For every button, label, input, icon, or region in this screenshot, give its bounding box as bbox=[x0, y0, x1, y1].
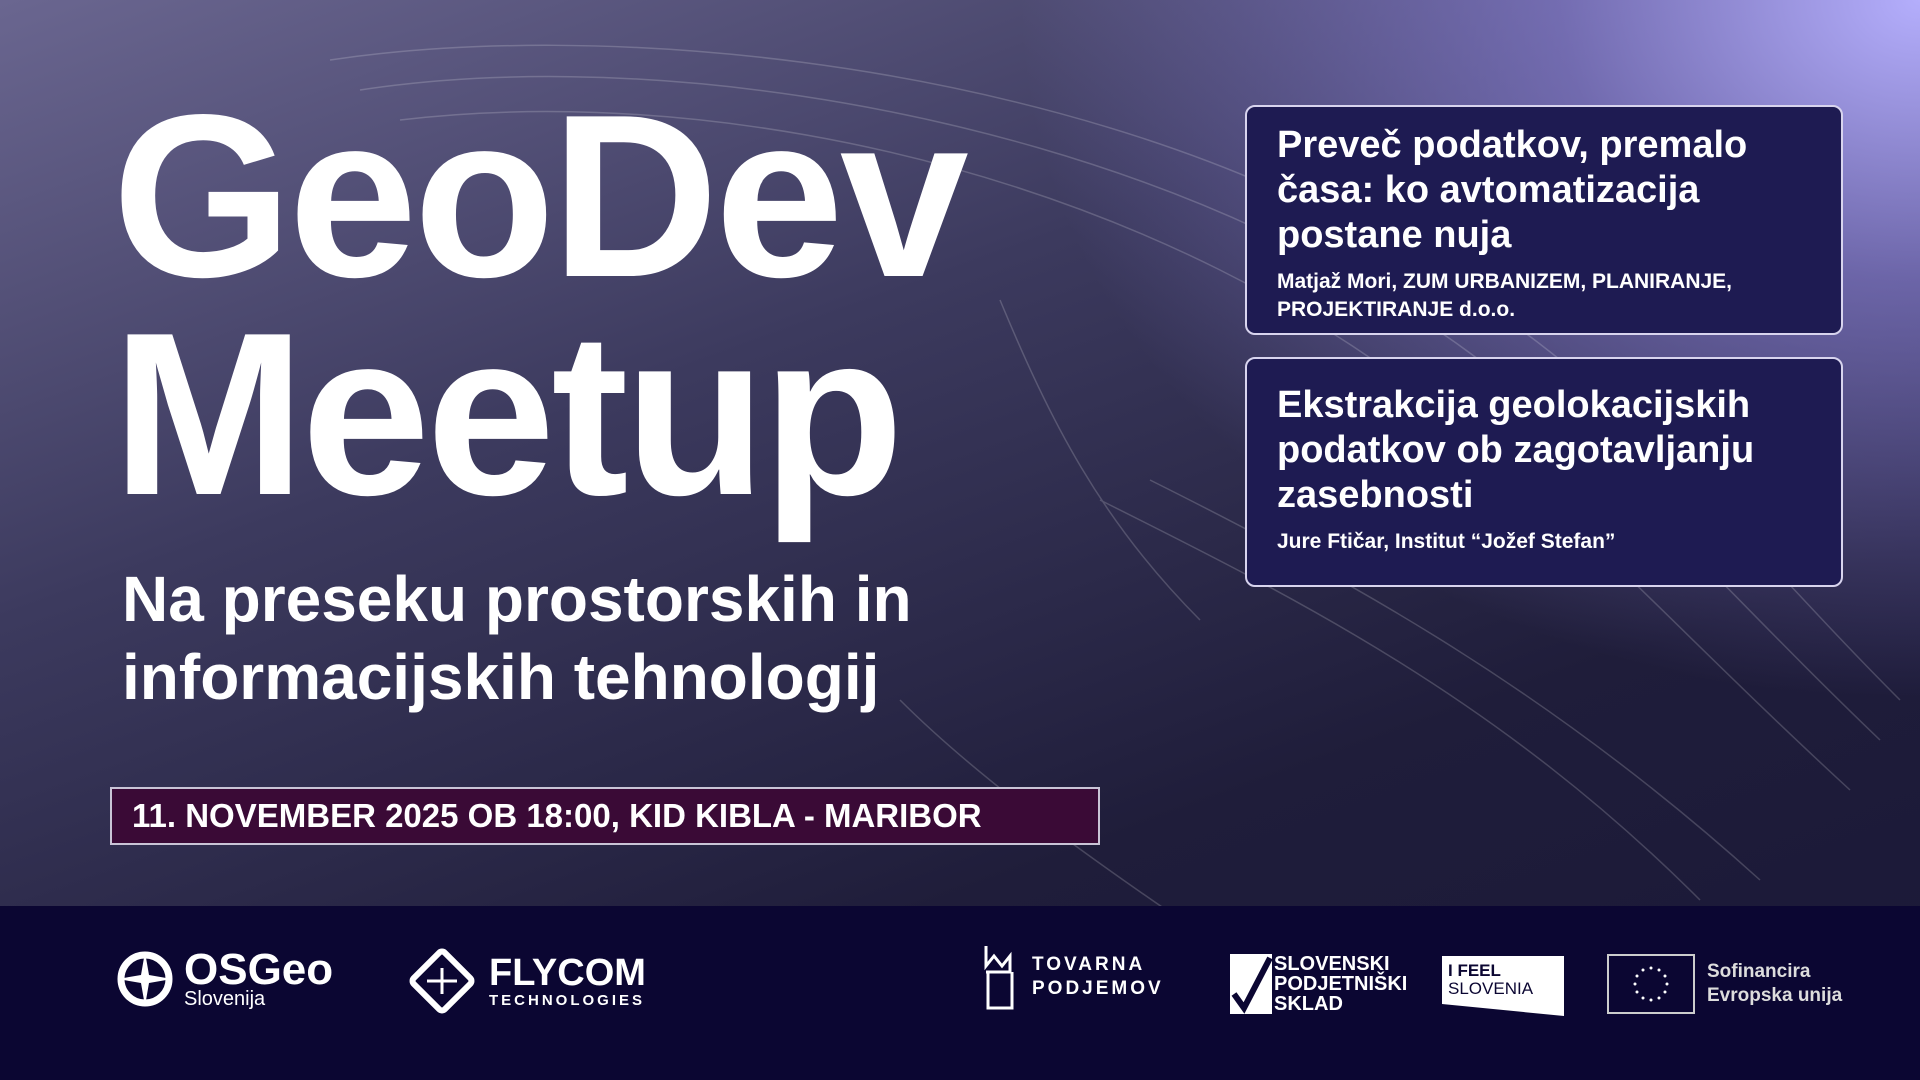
date-location-banner: 11. NOVEMBER 2025 OB 18:00, KID KIBLA - … bbox=[110, 787, 1100, 845]
title-line-2: Meetup bbox=[112, 285, 904, 544]
talk-title: Ekstrakcija geolokacijskih podatkov ob z… bbox=[1277, 384, 1755, 516]
talk-speaker: Jure Ftičar, Institut “Jožef Stefan” bbox=[1277, 530, 1616, 553]
osgeo-logo: OSGeo Slovenija bbox=[110, 944, 333, 1014]
talk-speaker: Matjaž Mori, ZUM URBANIZEM, PLANIRANJE, … bbox=[1277, 270, 1733, 321]
tovarna-line-1: TOVARNA bbox=[1032, 954, 1146, 975]
eu-logo: Sofinancira Evropska unija bbox=[1607, 954, 1842, 1014]
tovarna-podjemov-logo: TOVARNA PODJEMOV bbox=[982, 942, 1164, 1012]
talk-title: Preveč podatkov, premalo časa: ko avtoma… bbox=[1277, 124, 1748, 256]
sps-line-2: PODJETNIŠKI bbox=[1274, 973, 1408, 995]
event-subtitle: Na preseku prostorskih in informacijskih… bbox=[122, 560, 912, 716]
title-line-1: GeoDev bbox=[112, 67, 969, 326]
flycom-sub: TECHNOLOGIES bbox=[489, 991, 646, 1009]
talk-card-2: Ekstrakcija geolokacijskih podatkov ob z… bbox=[1245, 357, 1843, 587]
eu-flag-icon bbox=[1607, 954, 1695, 1014]
flycom-logo: FLYCOM TECHNOLOGIES bbox=[405, 944, 646, 1018]
sps-line-1: SLOVENSKI bbox=[1274, 953, 1390, 975]
event-title: GeoDev Meetup bbox=[112, 67, 969, 544]
i-feel-slovenia-logo: I FEEL SLOVENIA bbox=[1442, 956, 1564, 1016]
subtitle-line-1: Na preseku prostorskih in bbox=[122, 563, 912, 635]
sps-line-3: SKLAD bbox=[1274, 993, 1343, 1015]
ifeel-line-2: SLOVENIA bbox=[1448, 979, 1534, 998]
subtitle-line-2: informacijskih tehnologij bbox=[122, 641, 880, 713]
tovarna-line-2: PODJEMOV bbox=[1032, 978, 1164, 999]
eu-line-2: Evropska unija bbox=[1707, 985, 1843, 1006]
compass-icon bbox=[117, 951, 173, 1007]
osgeo-name: OSGeo bbox=[184, 945, 334, 994]
flycom-name: FLYCOM bbox=[489, 951, 646, 994]
eu-line-1: Sofinancira bbox=[1707, 961, 1811, 982]
sps-logo: SLOVENSKI PODJETNIŠKI SKLAD bbox=[1230, 954, 1407, 1014]
checkmark-icon bbox=[1230, 954, 1272, 1014]
head-icon bbox=[984, 946, 1014, 1010]
talk-card-1: Preveč podatkov, premalo časa: ko avtoma… bbox=[1245, 105, 1843, 335]
dragonfly-icon bbox=[409, 948, 475, 1014]
sponsor-footer: OSGeo Slovenija FLYCOM TECHNOLOGIES TOVA… bbox=[0, 906, 1920, 1080]
ifeel-line-1: I FEEL bbox=[1448, 961, 1501, 980]
